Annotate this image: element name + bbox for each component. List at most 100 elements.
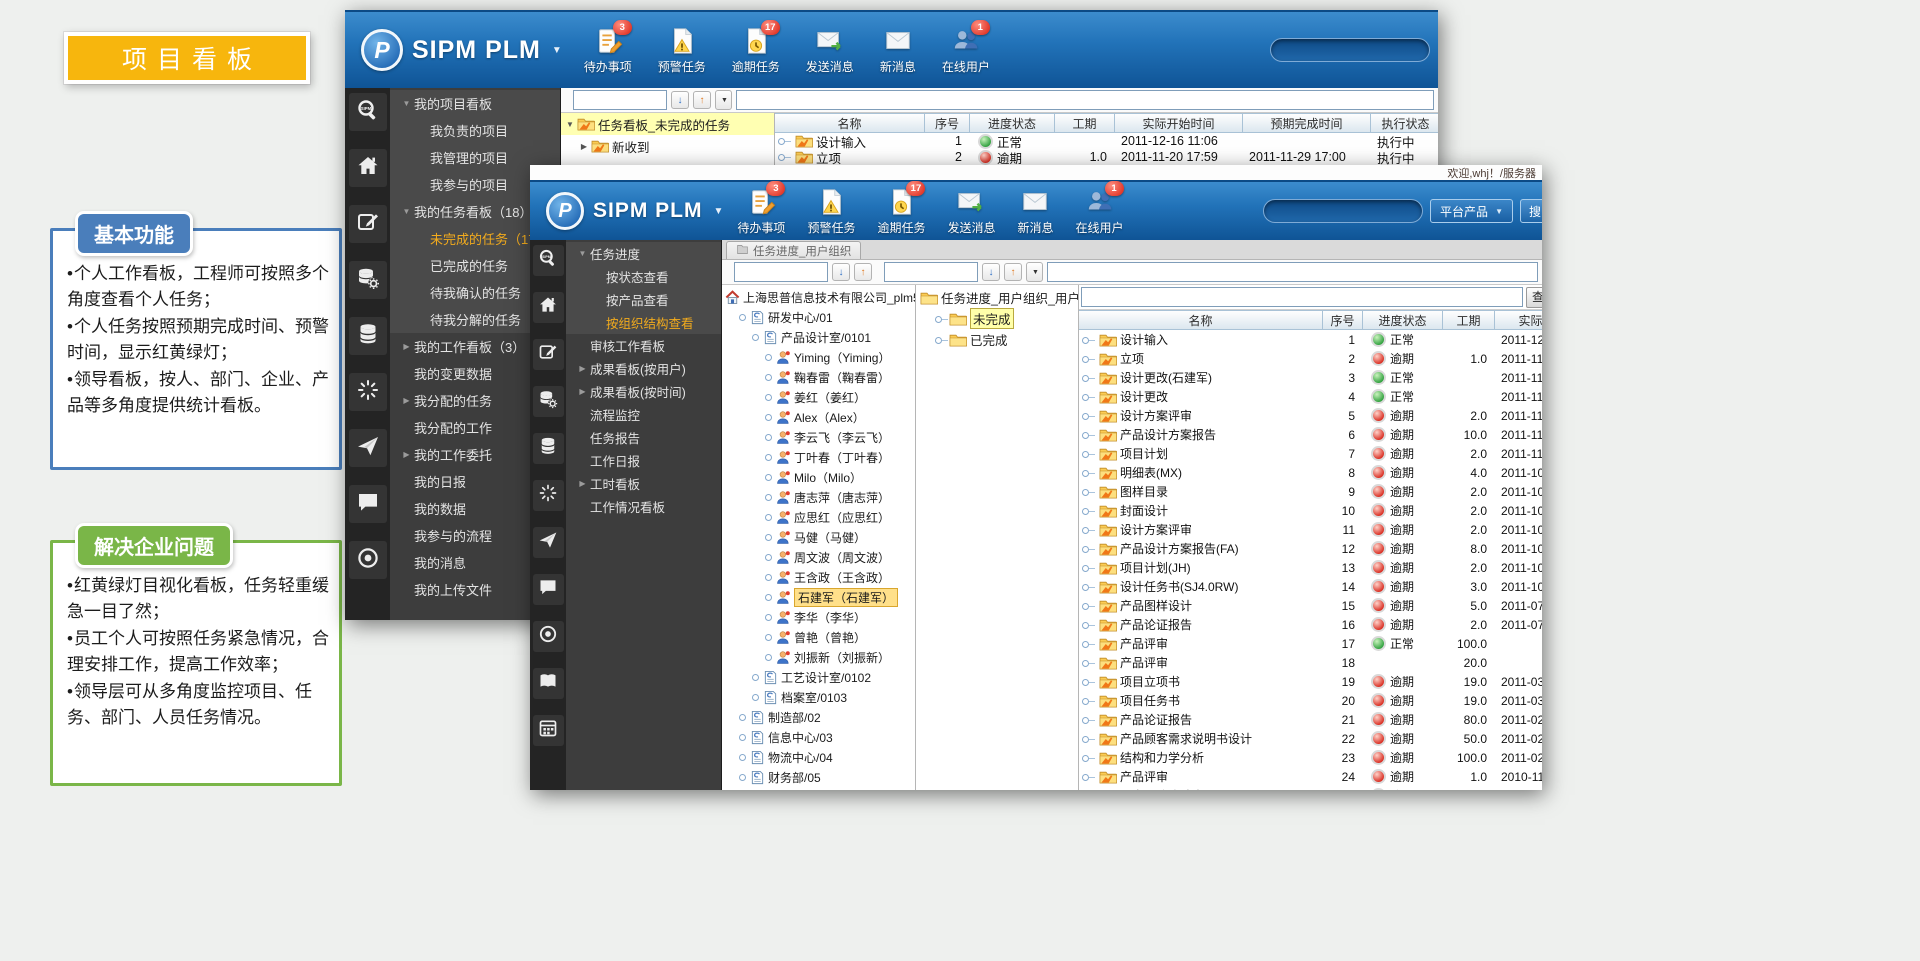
move-down-button[interactable]: ↓: [982, 263, 1000, 281]
toolbar-todo[interactable]: 3待办事项: [737, 187, 785, 236]
search-input[interactable]: [1264, 200, 1422, 222]
task-row[interactable]: 项目计划(JH)13逾期2.02011-10-31 11: [1079, 558, 1542, 577]
task-row[interactable]: 设计任务书(SJ4.0RW)14逾期3.02011-10-31 11: [1079, 577, 1542, 596]
toolbar-mail[interactable]: 新消息: [1017, 187, 1053, 236]
sidebar-item[interactable]: 任务报告: [566, 426, 721, 449]
rail-spinner[interactable]: [349, 373, 387, 411]
rail-record[interactable]: [533, 621, 564, 652]
column-header[interactable]: 实际开始时间: [1495, 310, 1542, 330]
task-row[interactable]: 产品顾客需求说明书设计22逾期50.02011-02-19 12: [1079, 729, 1542, 748]
calendar-button[interactable]: ▼: [1026, 262, 1043, 282]
rail-database[interactable]: [533, 433, 564, 464]
task-row[interactable]: 产品图样设计15逾期5.02011-07-15 18: [1079, 596, 1542, 615]
calendar-button[interactable]: ▼: [715, 90, 732, 110]
task-row[interactable]: 项目任务书20逾期19.02011-03-09 11: [1079, 691, 1542, 710]
move-up-button[interactable]: ↑: [1004, 263, 1022, 281]
tree-filter-input[interactable]: [573, 90, 667, 110]
org-node-user[interactable]: 王含政（王含政）: [722, 567, 915, 587]
toolbar-overdue[interactable]: 17逾期任务: [877, 187, 925, 236]
task-row[interactable]: 产品论证报告16逾期2.02011-07-15 18: [1079, 615, 1542, 634]
task-row[interactable]: 产品论证报告21逾期80.02011-02-19 12: [1079, 710, 1542, 729]
task-row[interactable]: 项目计划7逾期2.02011-11-01 10: [1079, 444, 1542, 463]
search-filter-input[interactable]: [736, 90, 1434, 110]
folder-node[interactable]: 任务进度_用户组织_用户: [916, 287, 1078, 308]
org-node-user[interactable]: 刘振新（刘振新）: [722, 647, 915, 667]
task-row[interactable]: 封面设计10逾期2.02011-10-31 11: [1079, 501, 1542, 520]
tree-node[interactable]: ▼任务看板_未完成的任务: [561, 113, 774, 135]
column-header[interactable]: 序号: [1323, 310, 1363, 330]
folder-node[interactable]: 已完成: [916, 329, 1078, 350]
sidebar-item[interactable]: 按组织结构查看: [566, 311, 721, 334]
rail-chat[interactable]: [533, 574, 564, 605]
sidebar-item[interactable]: ▼任务进度: [566, 242, 721, 265]
column-header[interactable]: 执行状态: [1371, 113, 1438, 133]
search-button[interactable]: 搜: [1520, 199, 1542, 223]
toolbar-mail[interactable]: 新消息: [880, 26, 916, 75]
brand[interactable]: P SIPM PLM ▼: [345, 29, 562, 71]
org-node-dept[interactable]: 档案室/0103: [722, 687, 915, 707]
rail-chat[interactable]: [349, 485, 387, 523]
task-row[interactable]: 立项2逾期1.02011-11-20 17: [1079, 349, 1542, 368]
org-node-user[interactable]: 唐志萍（唐志萍）: [722, 487, 915, 507]
header-search[interactable]: [1270, 38, 1430, 62]
sidebar-item[interactable]: 工作日报: [566, 449, 721, 472]
org-node-dept[interactable]: 信息中心/03: [722, 727, 915, 747]
task-row[interactable]: 明细表(MX)8逾期4.02011-10-31 11: [1079, 463, 1542, 482]
sidebar-item[interactable]: 审核工作看板: [566, 334, 721, 357]
rail-database-gear[interactable]: [533, 386, 564, 417]
rail-compose[interactable]: [533, 339, 564, 370]
task-row[interactable]: 立项2逾期1.02011-11-20 17:592011-11-29 17:00…: [775, 149, 1438, 165]
org-node-user[interactable]: 李华（李华）: [722, 607, 915, 627]
sidebar-item[interactable]: ▶工时看板: [566, 472, 721, 495]
platform-product-dropdown[interactable]: 平台产品 ▼: [1430, 199, 1513, 223]
org-node-user[interactable]: Alex（Alex）: [722, 407, 915, 427]
org-node-user[interactable]: 应思红（应思红）: [722, 507, 915, 527]
org-node-user[interactable]: 姜红（姜红）: [722, 387, 915, 407]
org-node-user[interactable]: 李云飞（李云飞）: [722, 427, 915, 447]
task-row[interactable]: 设计输入1正常2011-12-16 11: [1079, 330, 1542, 349]
toolbar-send[interactable]: 发送消息: [947, 187, 995, 236]
org-node-user[interactable]: Milo（Milo）: [722, 467, 915, 487]
column-header[interactable]: 进度状态: [1363, 310, 1443, 330]
search-filter-input[interactable]: [1047, 262, 1538, 282]
sidebar-item[interactable]: ▼我的项目看板: [390, 90, 560, 117]
org-node-user[interactable]: 鞠春雷（鞠春雷）: [722, 367, 915, 387]
rail-home[interactable]: [349, 149, 387, 187]
move-up-button[interactable]: ↑: [854, 263, 872, 281]
task-row[interactable]: 图样目录9逾期2.02011-10-31 11: [1079, 482, 1542, 501]
toolbar-overdue[interactable]: 17逾期任务: [732, 26, 780, 75]
org-node-dept[interactable]: 产品设计室/0101: [722, 327, 915, 347]
sidebar-item[interactable]: ▶成果看板(按用户): [566, 357, 721, 380]
sidebar-item[interactable]: 按产品查看: [566, 288, 721, 311]
toolbar-users[interactable]: 1在线用户: [1076, 187, 1124, 236]
column-header[interactable]: 预期完成时间: [1243, 113, 1371, 133]
toolbar-users[interactable]: 1在线用户: [942, 26, 990, 75]
task-row[interactable]: 设计方案评审5逾期2.02011-11-01 10: [1079, 406, 1542, 425]
task-row[interactable]: 设计更改(石建军)3正常2011-11-03 13: [1079, 368, 1542, 387]
rail-database[interactable]: [349, 317, 387, 355]
org-node-dept[interactable]: 工艺设计室/0102: [722, 667, 915, 687]
task-row[interactable]: 产品设计方案报告(FA)12逾期8.02011-10-31 11: [1079, 539, 1542, 558]
move-up-button[interactable]: ↑: [693, 91, 711, 109]
task-row[interactable]: 设计方案评审11逾期2.02011-10-31 11: [1079, 520, 1542, 539]
rail-record[interactable]: [349, 541, 387, 579]
org-node-company[interactable]: 上海思普信息技术有限公司_plm50: [722, 287, 915, 307]
org-node-dept[interactable]: 制造部/02: [722, 707, 915, 727]
task-row[interactable]: 产品评审17正常100.0: [1079, 634, 1542, 653]
org-node-user[interactable]: Yiming（Yiming）: [722, 347, 915, 367]
rail-sipm-search[interactable]: SIPM: [533, 245, 564, 276]
rail-compose[interactable]: [349, 205, 387, 243]
rail-paper-plane[interactable]: [349, 429, 387, 467]
org-node-user[interactable]: 马健（马健）: [722, 527, 915, 547]
table-filter-input[interactable]: [1081, 287, 1523, 307]
task-row[interactable]: 产品评审24逾期1.02010-11-07 11: [1079, 767, 1542, 786]
search-input[interactable]: [1271, 39, 1429, 61]
org-node-user[interactable]: 石建军（石建军）: [722, 587, 915, 607]
org-node-user[interactable]: 周文波（周文波）: [722, 547, 915, 567]
task-row[interactable]: 项目立项书19逾期19.02011-03-01 10: [1079, 672, 1542, 691]
folder-filter-input[interactable]: [884, 262, 978, 282]
rail-calendar[interactable]: [533, 715, 564, 746]
org-node-dept[interactable]: 物流中心/04: [722, 747, 915, 767]
column-header[interactable]: 工期: [1443, 310, 1495, 330]
rail-sipm-search[interactable]: SIPM: [349, 93, 387, 131]
